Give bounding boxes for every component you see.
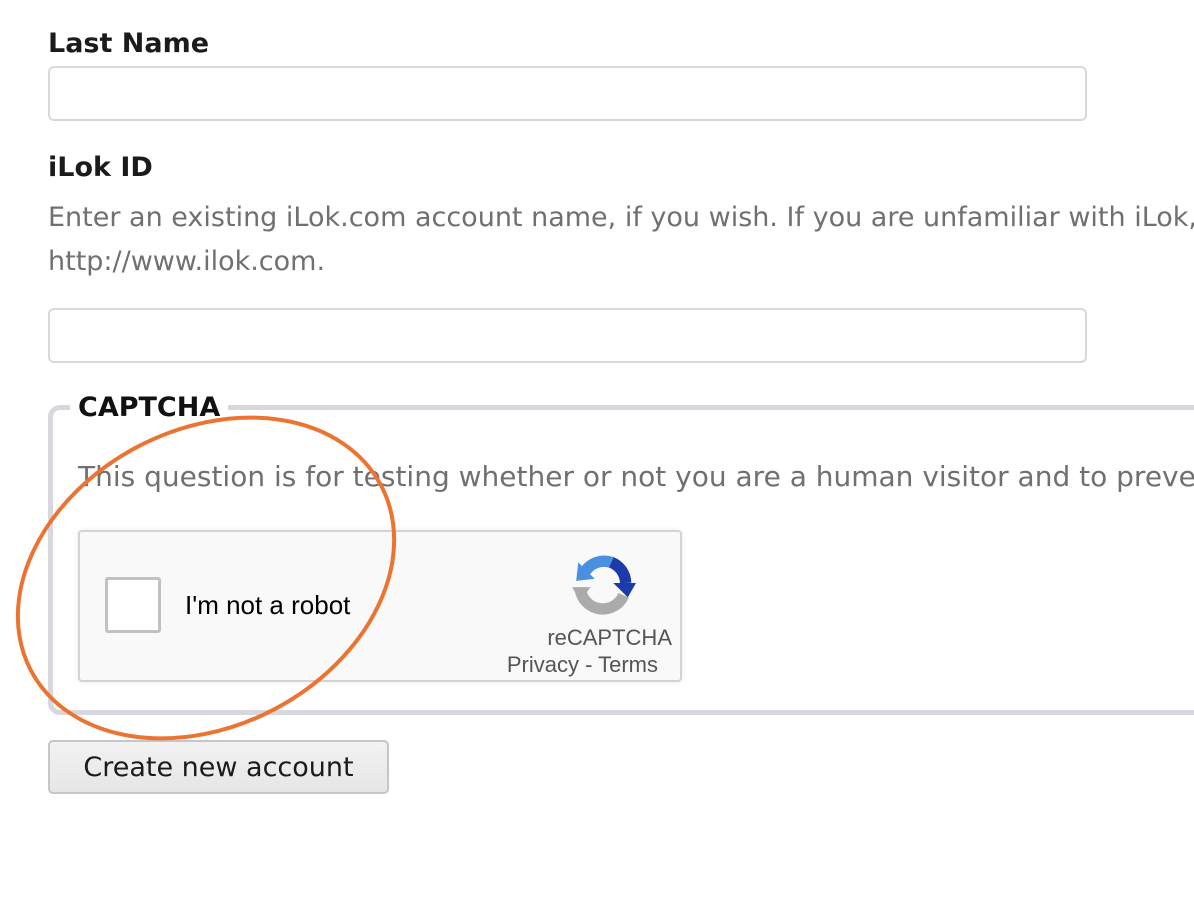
- recaptcha-brand: reCAPTCHA: [547, 625, 672, 650]
- recaptcha-checkbox-label: I'm not a robot: [185, 590, 351, 620]
- recaptcha-logo-icon: [572, 555, 636, 615]
- recaptcha-widget: I'm not a robot reCAPTCHA Privacy - Term…: [78, 530, 682, 682]
- recaptcha-link-separator: -: [578, 652, 599, 677]
- ilok-id-description: Enter an existing iLok.com account name,…: [48, 196, 1194, 284]
- last-name-label: Last Name: [48, 28, 210, 59]
- ilok-id-label: iLok ID: [48, 152, 153, 183]
- captcha-description: This question is for testing whether or …: [78, 460, 1194, 493]
- captcha-legend: CAPTCHA: [70, 392, 229, 423]
- last-name-input[interactable]: [48, 66, 1087, 121]
- recaptcha-links: Privacy - Terms: [507, 652, 658, 678]
- ilok-id-input[interactable]: [48, 308, 1087, 363]
- ilok-id-description-line-1: Enter an existing iLok.com account name,…: [48, 202, 1194, 233]
- create-account-button[interactable]: Create new account: [48, 740, 389, 794]
- ilok-id-description-line-2: http://www.ilok.com.: [48, 246, 326, 277]
- recaptcha-privacy-link[interactable]: Privacy: [507, 652, 579, 677]
- recaptcha-checkbox[interactable]: [105, 577, 161, 633]
- recaptcha-terms-link[interactable]: Terms: [598, 652, 658, 677]
- account-registration-form: Last Name iLok ID Enter an existing iLok…: [0, 0, 1194, 900]
